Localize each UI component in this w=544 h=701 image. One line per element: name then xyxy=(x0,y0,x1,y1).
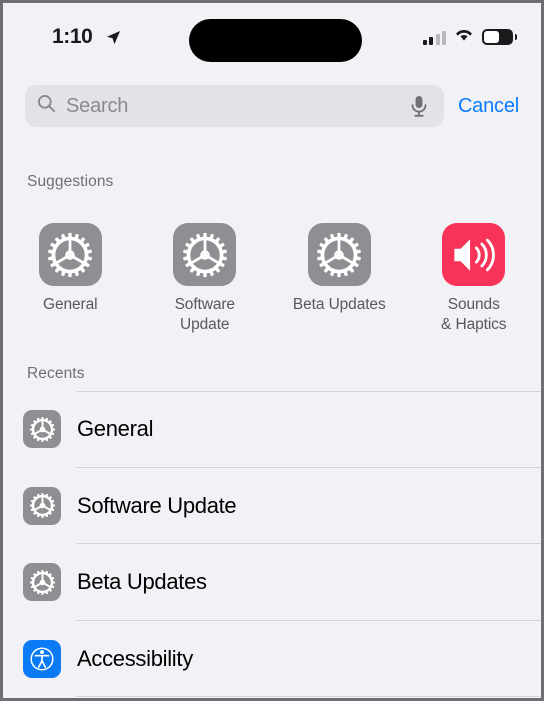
recents-list: General Software Update Beta Updates Acc… xyxy=(3,391,541,697)
accessibility-icon xyxy=(23,639,61,678)
gear-icon xyxy=(173,223,237,286)
microphone-icon[interactable] xyxy=(408,94,430,123)
gear-icon xyxy=(307,223,371,286)
signal-bars-icon xyxy=(422,29,446,45)
suggestion-item-software-update[interactable]: Software Update xyxy=(138,223,273,335)
cancel-button[interactable]: Cancel xyxy=(458,95,519,118)
list-item-accessibility[interactable]: Accessibility xyxy=(3,621,541,697)
status-bar: 1:10 xyxy=(3,3,541,77)
suggestion-label: Software Update xyxy=(174,296,235,333)
gear-icon xyxy=(23,410,61,449)
status-indicators xyxy=(422,27,517,47)
location-arrow-icon xyxy=(106,30,121,50)
suggestion-item-general[interactable]: General xyxy=(3,223,138,335)
suggestion-item-beta-updates[interactable]: Beta Updates xyxy=(272,223,407,335)
suggestion-label: General xyxy=(43,296,98,313)
list-item-label: General xyxy=(77,416,154,442)
suggestions-header: Suggestions xyxy=(27,173,114,190)
wifi-icon xyxy=(454,27,474,47)
list-item-label: Accessibility xyxy=(77,645,193,671)
search-icon xyxy=(37,94,56,118)
speaker-wave-icon xyxy=(442,223,506,286)
list-item-software-update[interactable]: Software Update xyxy=(3,468,541,544)
suggestion-item-sounds-haptics[interactable]: Sounds & Haptics xyxy=(407,223,542,335)
search-bar: Search Cancel xyxy=(25,85,519,127)
recents-header: Recents xyxy=(27,365,85,382)
gear-icon xyxy=(23,563,61,602)
list-item-beta-updates[interactable]: Beta Updates xyxy=(3,544,541,621)
suggestions-grid: General Software Update Beta Updates Sou… xyxy=(3,223,541,335)
battery-icon xyxy=(482,29,517,45)
list-item-general[interactable]: General xyxy=(3,391,541,468)
search-placeholder: Search xyxy=(66,94,129,117)
list-item-label: Beta Updates xyxy=(77,569,207,595)
settings-search-screen: 1:10 Search Cancel Suggestions General S… xyxy=(0,0,544,701)
search-input[interactable]: Search xyxy=(25,85,444,127)
status-time: 1:10 xyxy=(52,25,93,48)
list-item-label: Software Update xyxy=(77,492,237,518)
dynamic-island xyxy=(189,19,362,62)
gear-icon xyxy=(23,486,61,525)
list-divider xyxy=(76,696,541,697)
suggestion-label: Beta Updates xyxy=(292,296,386,313)
gear-icon xyxy=(38,223,102,286)
suggestion-label: Sounds & Haptics xyxy=(441,296,507,333)
